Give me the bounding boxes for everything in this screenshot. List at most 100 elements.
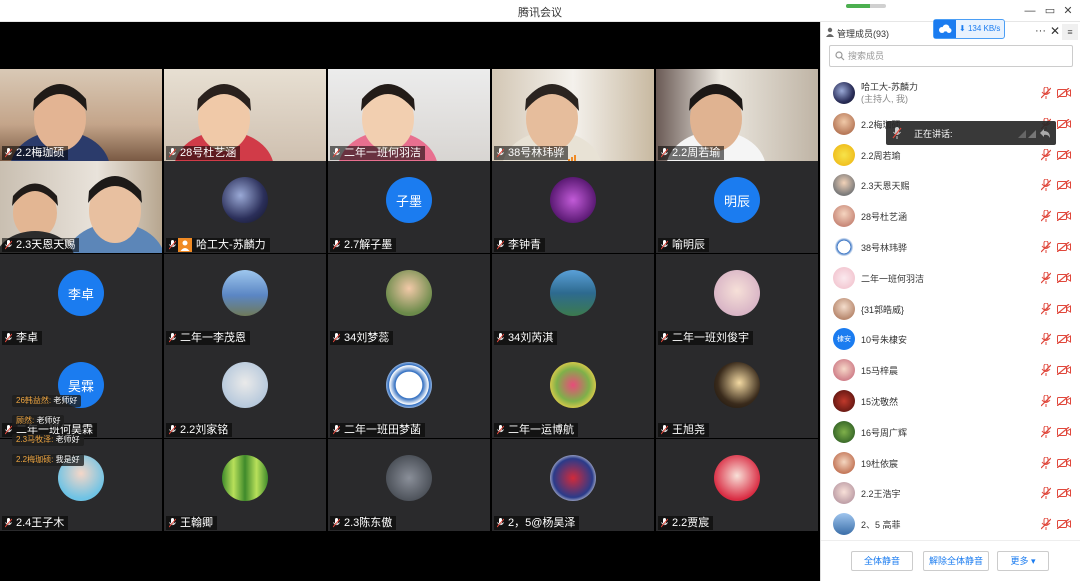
close-window-button[interactable]: ✕ <box>1060 3 1076 19</box>
mic-off-icon[interactable] <box>1041 518 1051 531</box>
video-tile[interactable]: 38号林玮骅 <box>492 69 654 161</box>
member-row[interactable]: 二年一班何羽洁 <box>821 263 1080 294</box>
video-tile[interactable]: 明辰 喻明辰 <box>656 161 818 253</box>
participant-name-text: 王旭尧 <box>672 424 705 436</box>
camera-off-icon[interactable] <box>1057 334 1071 345</box>
video-tile[interactable]: 二年一班刘俊宇 <box>656 254 818 346</box>
video-tile[interactable]: 哈工大-苏麟力 <box>164 161 326 253</box>
member-row[interactable]: 棣安 10号朱棣安 <box>821 324 1080 355</box>
participant-name-text: 二年一班刘俊宇 <box>672 332 749 344</box>
minimize-button[interactable]: — <box>1022 3 1038 19</box>
camera-off-icon[interactable] <box>1057 242 1071 252</box>
video-tile[interactable]: 2，5@杨昊泽 <box>492 439 654 531</box>
video-tile[interactable]: 二年一运博航 <box>492 346 654 438</box>
mic-off-icon[interactable] <box>1041 87 1051 99</box>
mic-icon <box>333 333 340 343</box>
participant-name: 王旭尧 <box>658 423 709 437</box>
video-tile[interactable]: 2.2贾宸 <box>656 439 818 531</box>
mic-off-icon[interactable] <box>1041 487 1051 500</box>
member-row[interactable]: 19杜依宸 <box>821 448 1080 479</box>
mic-off-icon[interactable] <box>1041 456 1051 469</box>
camera-off-icon[interactable] <box>1057 118 1071 129</box>
participant-avatar: 李卓 <box>58 270 104 316</box>
camera-off-icon[interactable] <box>1057 396 1071 406</box>
video-tile[interactable]: 李钟青 <box>492 161 654 253</box>
camera-off-icon[interactable] <box>1057 180 1071 191</box>
participant-name: 2，5@杨昊泽 <box>494 516 580 530</box>
mic-off-icon[interactable] <box>1041 364 1051 377</box>
member-row[interactable]: 38号林玮骅 <box>821 232 1080 263</box>
member-row[interactable]: 哈工大-苏麟力 (主持人, 我) <box>821 78 1080 109</box>
member-row[interactable]: 15马梓晨 <box>821 355 1080 386</box>
mic-icon <box>497 518 504 528</box>
video-tile[interactable]: 2.2周若瑜 <box>656 69 818 161</box>
video-area: 2.2梅珈硕 28号杜艺涵 二年一班何羽洁 38号林玮骅 2.2周若瑜 2.3天恩天赐 哈工… <box>0 22 820 581</box>
mic-off-icon[interactable] <box>1041 241 1051 253</box>
member-avatar <box>833 82 855 104</box>
mic-off-icon[interactable] <box>1041 425 1051 438</box>
mic-off-icon[interactable] <box>1041 302 1051 315</box>
camera-off-icon[interactable] <box>1057 303 1071 314</box>
video-tile[interactable]: 2.2梅珈硕 <box>0 69 162 161</box>
video-tile[interactable]: 2.2刘家铭 <box>164 346 326 438</box>
member-row[interactable]: 15沈敬然 <box>821 386 1080 417</box>
video-tile[interactable]: 2.3陈东傲 <box>328 439 490 531</box>
participant-name: 二年一班田梦菡 <box>330 423 425 437</box>
member-search[interactable] <box>829 45 1073 67</box>
panel-menu-icon[interactable]: ≡ <box>1062 24 1078 40</box>
camera-off-icon[interactable] <box>1057 426 1071 437</box>
camera-off-icon[interactable] <box>1057 519 1071 530</box>
video-tile[interactable]: 王翰卿 <box>164 439 326 531</box>
unmute-all-button[interactable]: 解除全体静音 <box>923 551 989 571</box>
mute-all-button[interactable]: 全体静音 <box>851 551 913 571</box>
more-button[interactable]: 更多 ▾ <box>997 551 1049 571</box>
participant-name-text: 2.3陈东傲 <box>344 517 393 529</box>
camera-off-icon[interactable] <box>1057 149 1071 160</box>
mic-off-icon[interactable] <box>1041 271 1051 284</box>
member-row[interactable]: 16号周广辉 <box>821 417 1080 448</box>
video-tile[interactable]: 34刘梦蕊 <box>328 254 490 346</box>
video-tile[interactable]: 28号杜艺涵 <box>164 69 326 161</box>
member-row[interactable]: 2.3天恩天赐 <box>821 170 1080 201</box>
member-row[interactable]: 28号杜艺涵 <box>821 201 1080 232</box>
more-options-icon[interactable]: ··· <box>1035 25 1046 37</box>
search-input[interactable] <box>848 49 1068 63</box>
mic-icon <box>5 425 12 435</box>
member-name: 15马梓晨 <box>861 366 899 377</box>
camera-off-icon[interactable] <box>1057 211 1071 222</box>
avatar-initials: 棣安 <box>837 336 851 344</box>
camera-off-icon[interactable] <box>1057 365 1071 376</box>
member-row[interactable]: {31郭皓威} <box>821 294 1080 325</box>
video-tile[interactable]: 王旭尧 <box>656 346 818 438</box>
camera-off-icon[interactable] <box>1057 457 1071 468</box>
close-panel-icon[interactable]: ✕ <box>1050 24 1060 38</box>
chat-message: 26韩益然: 老师好 <box>12 395 82 407</box>
participant-avatar <box>386 362 432 408</box>
camera-off-icon[interactable] <box>1057 88 1071 98</box>
restore-button[interactable]: ▭ <box>1042 3 1058 19</box>
mic-icon <box>497 333 504 343</box>
video-grid: 2.2梅珈硕 28号杜艺涵 二年一班何羽洁 38号林玮骅 2.2周若瑜 2.3天恩天赐 哈工… <box>0 69 820 554</box>
video-tile[interactable]: 李卓 李卓 <box>0 254 162 346</box>
mic-off-icon[interactable] <box>1041 333 1051 346</box>
participant-name: 38号林玮骅 <box>494 146 569 160</box>
video-tile[interactable]: 二年一李茂恩 <box>164 254 326 346</box>
camera-off-icon[interactable] <box>1057 272 1071 283</box>
video-tile[interactable]: 子墨 2.7解子墨 <box>328 161 490 253</box>
mic-off-icon[interactable] <box>1041 148 1051 161</box>
video-tile[interactable]: 2.3天恩天赐 <box>0 161 162 253</box>
participant-name: 王翰卿 <box>166 516 217 530</box>
video-tile[interactable]: 二年一班田梦菡 <box>328 346 490 438</box>
video-tile[interactable]: 2.4王子木 <box>0 439 162 531</box>
video-tile[interactable]: 二年一班何羽洁 <box>328 69 490 161</box>
mic-off-icon[interactable] <box>1041 179 1051 192</box>
participant-name-text: 34刘梦蕊 <box>344 332 390 344</box>
member-row[interactable]: 2.2王浩宇 <box>821 478 1080 509</box>
mic-off-icon[interactable] <box>1041 395 1051 407</box>
video-tile[interactable]: 34刘芮淇 <box>492 254 654 346</box>
camera-off-icon[interactable] <box>1057 488 1071 499</box>
participant-name: 2.3陈东傲 <box>330 516 397 530</box>
network-speed-badge: ⬇ 134 KB/s <box>933 19 1005 39</box>
mic-off-icon[interactable] <box>1041 210 1051 223</box>
member-row[interactable]: 2、5 高菲 <box>821 509 1080 540</box>
